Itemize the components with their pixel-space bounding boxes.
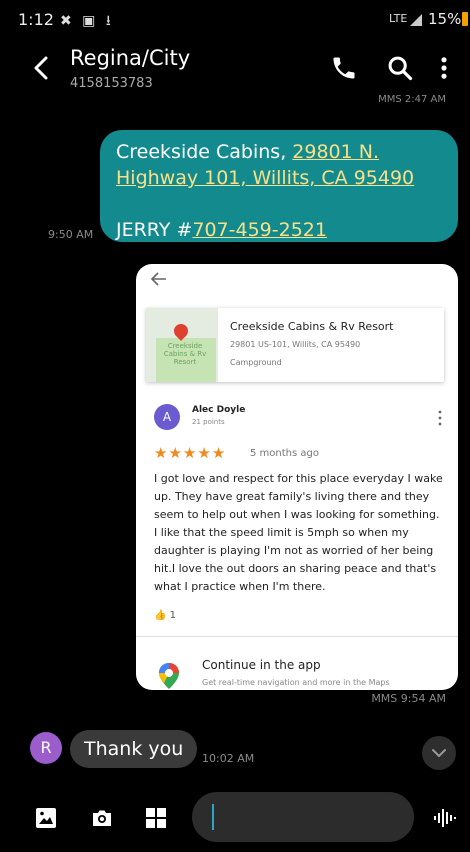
search-icon[interactable] <box>386 54 414 82</box>
conversation-header: Regina/City 4158153783 <box>0 36 470 100</box>
google-maps-icon <box>159 663 179 689</box>
phone-link[interactable]: 707-459-2521 <box>192 219 327 241</box>
divider <box>136 636 458 637</box>
battery-percent: 15% <box>428 10 462 28</box>
mms-image-attachment[interactable]: Creekside Cabins & Rv Resort Creekside C… <box>136 264 458 690</box>
place-type: Campground <box>230 358 282 367</box>
contact-avatar[interactable]: R <box>30 732 62 764</box>
contact-number: 4158153783 <box>70 76 153 91</box>
place-summary-card: Creekside Cabins & Rv Resort Creekside C… <box>146 308 444 382</box>
like-number: 1 <box>169 610 177 621</box>
thumbs-up-icon: 👍 <box>154 610 167 621</box>
reviewer-avatar: A <box>154 404 180 430</box>
composer-bar <box>0 788 470 852</box>
reviewer-name: Alec Doyle <box>192 405 246 415</box>
phone-icon[interactable] <box>330 54 358 82</box>
contact-name[interactable]: Regina/City <box>70 46 190 70</box>
like-count: 👍 1 <box>154 610 176 621</box>
place-name: Creekside Cabins & Rv Resort <box>230 320 394 333</box>
review-text: I got love and respect for this place ev… <box>154 472 443 593</box>
reviewer-points: 21 points <box>192 418 225 426</box>
battery-icon <box>462 12 468 26</box>
continue-in-app-title: Continue in the app <box>202 658 321 672</box>
status-time: 1:12 <box>18 10 54 29</box>
sent-message-bubble[interactable]: Creekside Cabins, 29801 N. Highway 101, … <box>100 130 458 242</box>
mms-time: MMS 9:54 AM <box>371 692 446 705</box>
address-link[interactable]: 29801 N. <box>292 141 379 163</box>
status-bar: 1:12 ✖ ▣ ⭳ LTE 15% <box>0 0 470 36</box>
received-message-bubble[interactable]: Thank you <box>70 730 198 768</box>
sent-message-time: 9:50 AM <box>48 228 94 241</box>
star-rating: ★★★★★ <box>154 444 227 462</box>
camera-icon[interactable] <box>90 806 114 830</box>
continue-in-app-subtitle: Get real-time navigation and more in the… <box>202 678 390 687</box>
message-input[interactable] <box>192 792 414 842</box>
gallery-icon[interactable] <box>34 806 58 830</box>
received-message-time: 10:02 AM <box>202 752 255 765</box>
place-address: 29801 US-101, Willits, CA 95490 <box>230 340 361 349</box>
back-arrow-icon <box>150 272 166 286</box>
more-vert-icon <box>438 410 442 426</box>
chevron-down-icon <box>432 749 446 758</box>
signal-icon <box>410 14 422 26</box>
voice-icon[interactable] <box>432 806 458 830</box>
more-vert-icon[interactable] <box>430 54 458 82</box>
map-thumbnail: Creekside Cabins & Rv Resort <box>146 308 218 382</box>
message-text: Creekside Cabins, <box>116 141 293 163</box>
map-label: Creekside Cabins & Rv Resort <box>163 342 207 366</box>
scroll-to-bottom-button[interactable] <box>422 736 456 770</box>
apps-icon[interactable] <box>144 806 168 830</box>
notification-icons: ✖ ▣ ⭳ <box>60 13 114 29</box>
earlier-message-time: MMS 2:47 AM <box>378 94 446 105</box>
back-arrow-icon[interactable] <box>28 54 54 82</box>
review-age: 5 months ago <box>250 448 319 459</box>
text-cursor <box>212 804 214 830</box>
message-text-jerry: JERRY # <box>116 219 193 241</box>
network-type: LTE <box>389 12 408 25</box>
address-link-continued[interactable]: Highway 101, Willits, CA 95490 <box>116 167 414 189</box>
